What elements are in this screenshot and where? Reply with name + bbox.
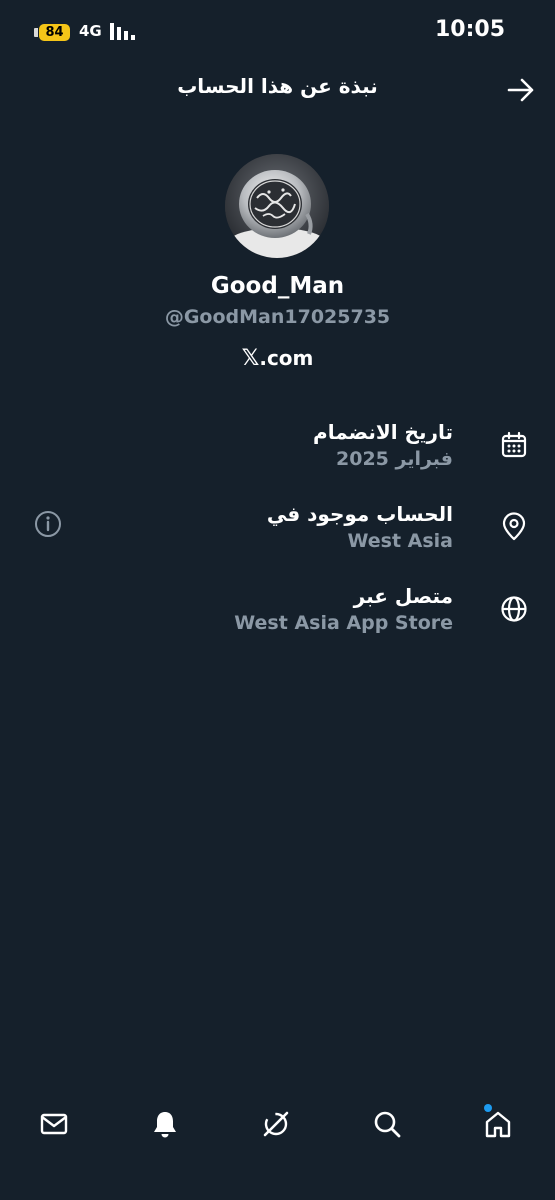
signal-icon	[110, 23, 135, 40]
network-type: 4G	[79, 22, 102, 40]
mail-icon[interactable]	[38, 1108, 70, 1140]
battery-indicator: 84	[34, 23, 72, 41]
join-date-row: تاريخ الانضمام فبراير 2025	[20, 418, 535, 478]
join-date-label: تاريخ الانضمام	[313, 420, 453, 444]
connected-via-text: متصل عبر West Asia App Store	[234, 582, 453, 636]
globe-icon	[501, 596, 527, 622]
search-icon[interactable]	[371, 1108, 403, 1140]
site-suffix: .com	[259, 346, 314, 370]
location-pin-icon	[502, 512, 526, 541]
join-date-text: تاريخ الانضمام فبراير 2025	[313, 418, 453, 472]
notification-dot	[484, 1104, 492, 1112]
info-icon[interactable]	[34, 510, 62, 538]
location-row: الحساب موجود في West Asia	[20, 500, 535, 560]
bottom-navigation	[0, 1090, 555, 1200]
avatar-ring-image	[225, 154, 329, 258]
location-text: الحساب موجود في West Asia	[267, 500, 453, 554]
about-account-screen: 84 4G 10:05 نبذة عن هذا الحساب Good_Man …	[0, 0, 555, 1200]
x-com-link[interactable]: 𝕏.com	[0, 346, 555, 371]
battery-nub	[34, 27, 38, 37]
page-title: نبذة عن هذا الحساب	[177, 74, 378, 98]
grok-icon[interactable]	[260, 1108, 292, 1140]
calendar-icon	[501, 431, 527, 458]
clock: 10:05	[434, 17, 505, 42]
back-arrow-icon[interactable]	[505, 76, 537, 104]
join-date-value: فبراير 2025	[336, 448, 453, 470]
avatar[interactable]	[225, 154, 329, 258]
home-icon[interactable]	[482, 1108, 514, 1140]
user-handle: @GoodMan17025735	[164, 306, 391, 328]
display-name: Good_Man	[210, 273, 345, 299]
battery-level: 84	[39, 23, 70, 41]
location-label: الحساب موجود في	[266, 502, 453, 526]
location-value: West Asia	[347, 530, 453, 552]
bell-icon[interactable]	[149, 1108, 181, 1140]
status-bar: 84 4G 10:05	[0, 0, 555, 64]
connected-via-label: متصل عبر	[353, 584, 453, 608]
connected-via-row: متصل عبر West Asia App Store	[20, 582, 535, 642]
connected-via-value: West Asia App Store	[234, 612, 453, 634]
x-logo-icon: 𝕏	[241, 346, 260, 371]
